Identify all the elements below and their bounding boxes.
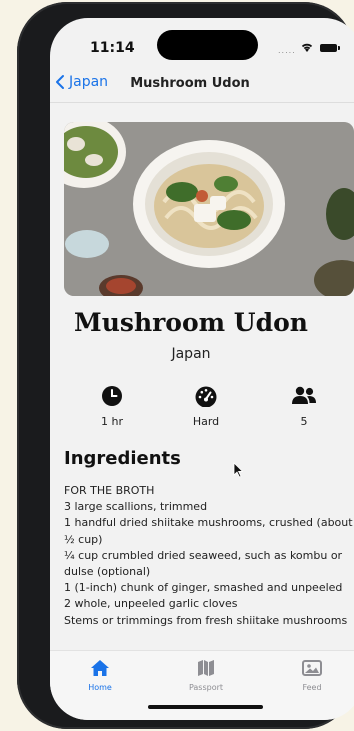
battery-icon — [320, 44, 340, 52]
meta-time: 1 hr — [82, 385, 142, 428]
clock-icon — [102, 386, 122, 406]
meta-servings-label: 5 — [300, 415, 308, 428]
photo-icon — [302, 660, 322, 676]
ingredient-line: Stems or trimmings from fresh shiitake m… — [64, 613, 348, 627]
people-icon — [292, 386, 316, 404]
ingredient-line: 1 handful dried shiitake mushrooms, crus… — [64, 516, 353, 546]
gauge-icon — [195, 386, 217, 408]
recipe-photo — [64, 122, 354, 296]
map-icon — [198, 660, 214, 676]
ingredients-list: FOR THE BROTH 3 large scallions, trimmed… — [64, 483, 354, 629]
meta-time-label: 1 hr — [101, 415, 123, 428]
page-title: Mushroom Udon — [130, 76, 250, 91]
mouse-cursor-icon — [233, 462, 243, 478]
tab-feed-label: Feed — [302, 683, 322, 692]
tab-bar: Home Passport Feed — [50, 650, 354, 720]
tab-home-label: Home — [88, 683, 112, 692]
ingredients-heading: Ingredients — [64, 448, 181, 469]
ingredient-line: ¼ cup crumbled dried seaweed, such as ko… — [64, 548, 343, 579]
ingredient-line: 2 whole, unpeeled garlic cloves — [64, 597, 238, 611]
tab-home[interactable]: Home — [70, 659, 130, 692]
app-screen: 11:14 ..... Japan Mushroom Udon Mushroom… — [50, 18, 354, 720]
tab-passport[interactable]: Passport — [176, 659, 236, 692]
recipe-title: Mushroom Udon — [74, 308, 308, 337]
recipe-cuisine: Japan — [171, 346, 211, 362]
nav-divider — [50, 102, 354, 103]
ingredient-line: FOR THE BROTH — [64, 484, 155, 497]
status-time: 11:14 — [90, 40, 135, 56]
home-icon — [91, 660, 109, 676]
meta-difficulty-label: Hard — [192, 415, 220, 428]
dynamic-island — [157, 30, 258, 60]
wifi-icon — [301, 43, 313, 52]
ingredient-line: 3 large scallions, trimmed — [64, 500, 208, 514]
tab-feed[interactable]: Feed — [282, 659, 342, 692]
meta-difficulty: Hard — [176, 385, 236, 428]
phone-frame: 11:14 ..... Japan Mushroom Udon Mushroom… — [17, 2, 354, 729]
home-indicator — [148, 705, 263, 709]
signal-icon: ..... — [278, 46, 296, 55]
tab-passport-label: Passport — [188, 683, 224, 692]
ingredient-line: 1 (1-inch) chunk of ginger, smashed and … — [64, 581, 343, 595]
meta-servings: 5 — [274, 385, 334, 428]
